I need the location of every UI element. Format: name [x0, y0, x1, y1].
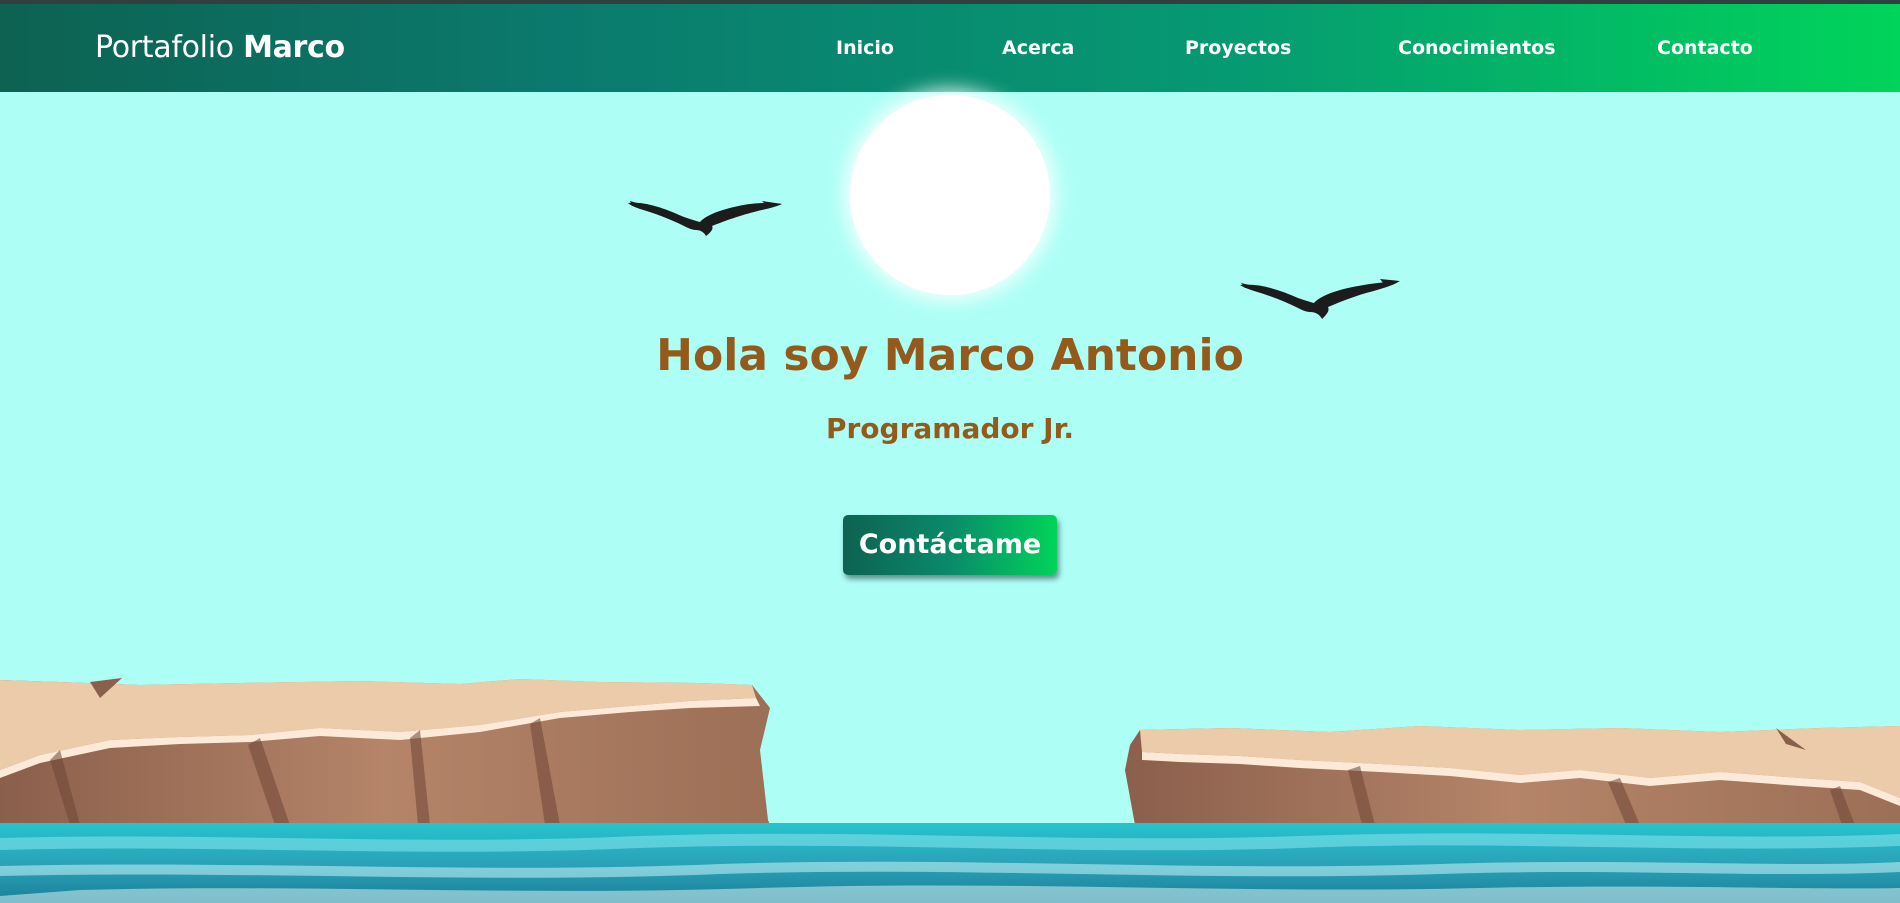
contact-me-button[interactable]: Contáctame [843, 515, 1057, 575]
landscape-illustration [0, 678, 1900, 903]
nav-link-acerca[interactable]: Acerca [1002, 4, 1074, 92]
nav-link-proyectos[interactable]: Proyectos [1185, 4, 1291, 92]
hero-subtitle: Programador Jr. [825, 412, 1075, 445]
brand-name-light: Portafolio [95, 30, 234, 65]
hero-title: Hola soy Marco Antonio [656, 330, 1244, 381]
hero-page: Portafolio Marco Inicio Acerca Proyectos… [0, 0, 1900, 903]
nav-link-inicio[interactable]: Inicio [836, 4, 894, 92]
brand-logo[interactable]: Portafolio Marco [95, 4, 345, 92]
brand-name-bold: Marco [243, 30, 345, 65]
navbar: Portafolio Marco Inicio Acerca Proyectos… [0, 4, 1900, 92]
bird-icon [1240, 279, 1400, 319]
bird-icon [628, 201, 782, 236]
sea-illustration [0, 823, 1900, 903]
nav-link-conocimientos[interactable]: Conocimientos [1398, 4, 1556, 92]
sun-illustration [850, 95, 1050, 295]
right-cliff [1125, 726, 1900, 825]
left-cliff [0, 678, 770, 825]
nav-link-contacto[interactable]: Contacto [1657, 4, 1753, 92]
